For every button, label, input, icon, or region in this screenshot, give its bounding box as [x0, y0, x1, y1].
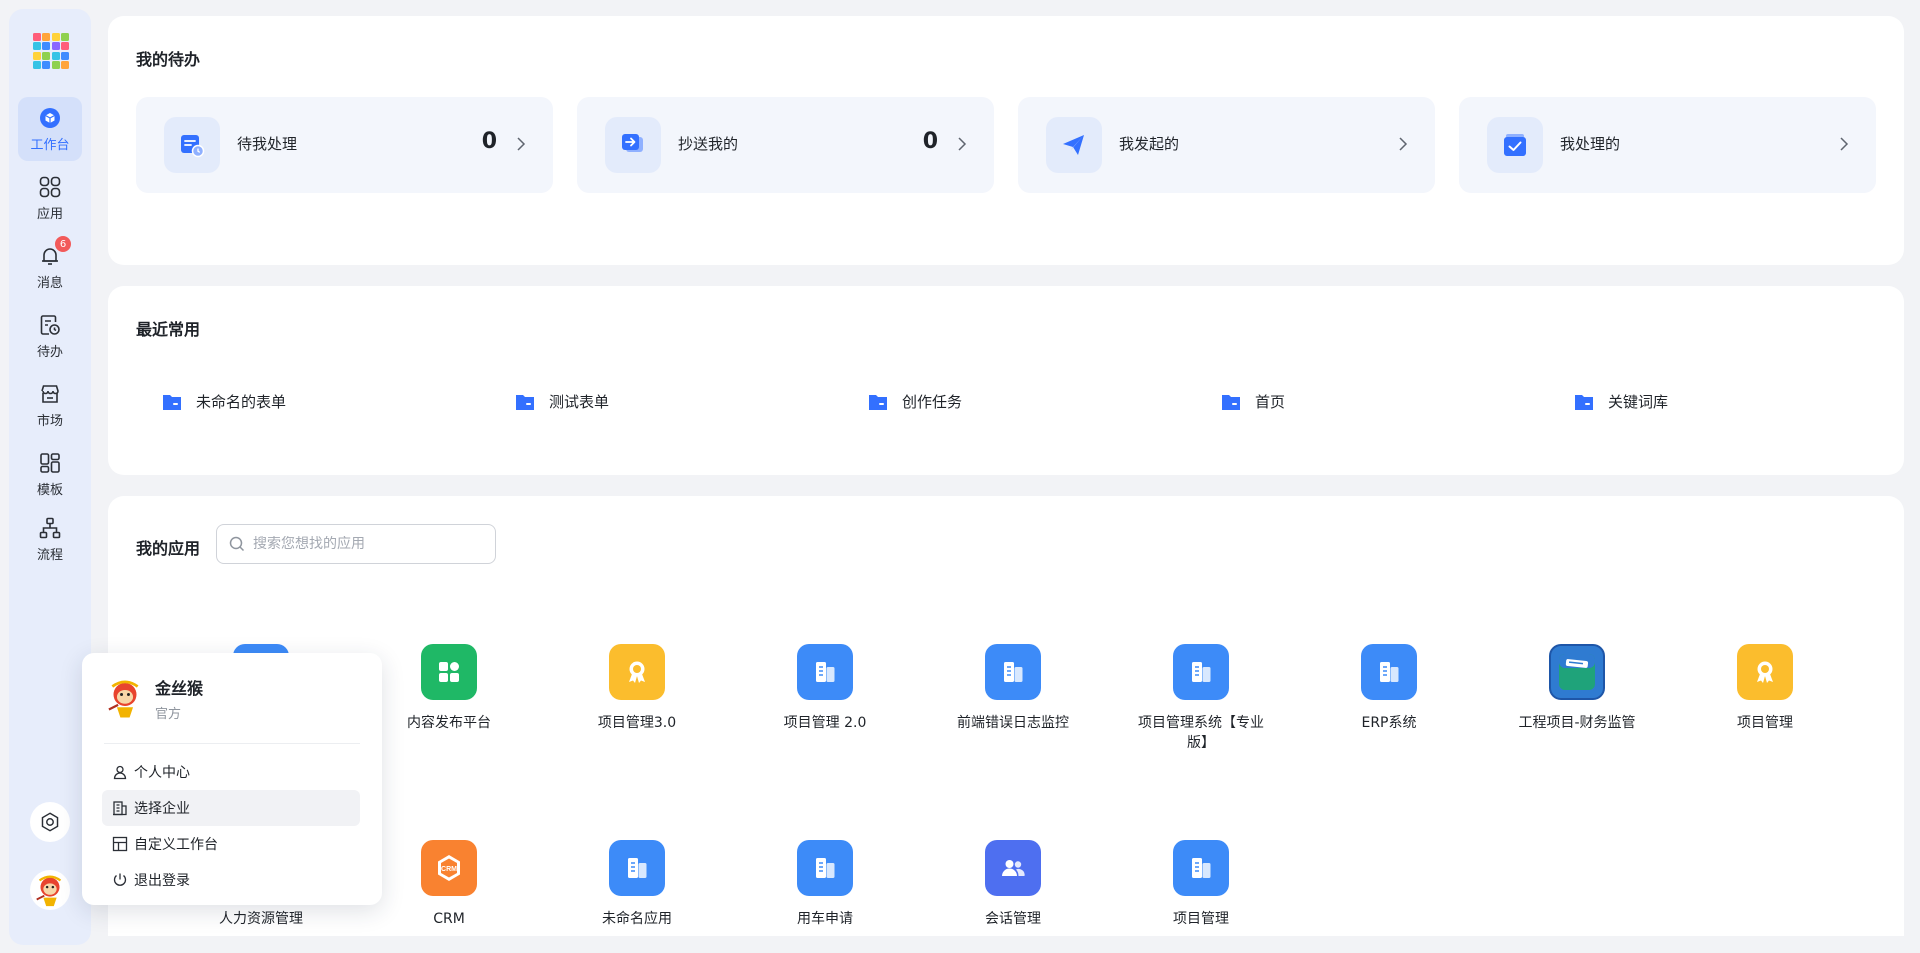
- todo-tile-pending[interactable]: 待我处理 0: [136, 97, 553, 193]
- cc-count: 0: [922, 129, 938, 154]
- template-icon: [37, 450, 63, 476]
- app-item[interactable]: ERP系统: [1314, 644, 1464, 733]
- app-item[interactable]: 前端错误日志监控: [938, 644, 1088, 733]
- form-file-icon: [1575, 394, 1593, 410]
- workbench-icon: [37, 105, 63, 131]
- check-box-icon: [1487, 117, 1543, 173]
- app-item[interactable]: 项目管理系统【专业版】: [1126, 644, 1276, 753]
- menu-item-select-company[interactable]: 选择企业: [102, 790, 360, 826]
- chevron-right-icon: [517, 137, 526, 151]
- form-file-icon: [516, 394, 534, 410]
- todo-tile-initiated[interactable]: 我发起的: [1018, 97, 1435, 193]
- apps-grid-icon: [37, 174, 63, 200]
- power-icon: [113, 873, 127, 886]
- app-item[interactable]: 项目管理 2.0: [750, 644, 900, 733]
- app-item[interactable]: 内容发布平台: [374, 644, 524, 733]
- app-search-input[interactable]: [253, 536, 483, 552]
- svg-text:CRM: CRM: [441, 866, 457, 873]
- pending-task-icon: [164, 117, 220, 173]
- sidebar-item-apps[interactable]: 应用: [18, 166, 82, 230]
- user-icon: [113, 765, 127, 780]
- todo-tile-processed[interactable]: 我处理的: [1459, 97, 1876, 193]
- menu-item-custom-workbench[interactable]: 自定义工作台: [102, 826, 360, 862]
- sidebar-item-todo[interactable]: 待办: [18, 304, 82, 368]
- recent-item[interactable]: 创作任务: [868, 391, 962, 412]
- app-item[interactable]: 用车申请: [750, 840, 900, 929]
- sidebar-item-market[interactable]: 市场: [18, 373, 82, 437]
- blocks-icon: [421, 644, 477, 700]
- app-item[interactable]: CRM CRM: [374, 840, 524, 929]
- building-icon: [797, 840, 853, 896]
- sidebar-item-workbench[interactable]: 工作台: [18, 97, 82, 161]
- search-icon: [229, 536, 245, 552]
- message-badge: 6: [54, 235, 72, 253]
- sidebar-item-messages[interactable]: 6 消息: [18, 235, 82, 299]
- app-logo-icon[interactable]: [33, 33, 69, 69]
- building-outline-icon: [113, 801, 127, 816]
- sidebar: 工作台 应用 6 消息 待办 市场 模板 流程: [9, 9, 91, 945]
- todo-card-title: 我的待办: [136, 50, 201, 69]
- form-file-icon: [869, 394, 887, 410]
- recent-item[interactable]: 关键词库: [1574, 391, 1668, 412]
- gear-icon: [41, 812, 59, 832]
- todo-tile-cc[interactable]: 抄送我的 0: [577, 97, 994, 193]
- pending-count: 0: [481, 129, 497, 154]
- building-icon: [985, 644, 1041, 700]
- user-org-label: 官方: [155, 707, 182, 722]
- image-icon: [1549, 644, 1605, 700]
- sidebar-item-flow[interactable]: 流程: [18, 507, 82, 571]
- recent-item[interactable]: 首页: [1221, 391, 1285, 412]
- award-icon: [609, 644, 665, 700]
- app-item[interactable]: 工程项目-财务监管: [1502, 644, 1652, 733]
- building-icon: [609, 840, 665, 896]
- crm-icon: CRM: [421, 840, 477, 896]
- cc-forward-icon: [605, 117, 661, 173]
- app-item[interactable]: 项目管理3.0: [562, 644, 712, 733]
- chevron-right-icon: [1399, 137, 1408, 151]
- building-icon: [1173, 644, 1229, 700]
- apps-card-title: 我的应用: [136, 539, 201, 558]
- form-file-icon: [1222, 394, 1240, 410]
- monkey-avatar-icon: [108, 680, 139, 718]
- chevron-right-icon: [958, 137, 967, 151]
- todo-clock-icon: [37, 312, 63, 338]
- building-icon: [797, 644, 853, 700]
- layout-grid-icon: [112, 836, 128, 852]
- user-name: 金丝猴: [155, 679, 204, 698]
- chevron-right-icon: [1840, 137, 1849, 151]
- app-item[interactable]: 会话管理: [938, 840, 1088, 929]
- store-icon: [37, 381, 63, 407]
- award-icon: [1737, 644, 1793, 700]
- recent-card: 最近常用 未命名的表单 测试表单 创作任务 首页 关键词库: [108, 286, 1904, 475]
- recent-item[interactable]: 未命名的表单: [162, 391, 286, 412]
- divider: [104, 743, 360, 744]
- app-item[interactable]: 未命名应用: [562, 840, 712, 929]
- user-menu-popover: 金丝猴 官方 个人中心 选择企业 自定义工作台 退出登录: [82, 653, 382, 905]
- form-file-icon: [163, 394, 181, 410]
- menu-item-logout[interactable]: 退出登录: [102, 862, 360, 898]
- app-search-box: [216, 524, 496, 564]
- paper-plane-icon: [1046, 117, 1102, 173]
- menu-item-profile[interactable]: 个人中心: [102, 754, 360, 790]
- app-item[interactable]: 项目管理: [1126, 840, 1276, 929]
- recent-card-title: 最近常用: [136, 320, 201, 339]
- monkey-avatar-icon: [36, 875, 62, 907]
- flow-icon: [37, 515, 63, 541]
- building-icon: [1173, 840, 1229, 896]
- recent-item[interactable]: 测试表单: [515, 391, 609, 412]
- user-avatar[interactable]: [30, 870, 70, 910]
- users-icon: [985, 840, 1041, 896]
- sidebar-item-templates[interactable]: 模板: [18, 442, 82, 506]
- bell-icon: 6: [37, 235, 72, 269]
- building-icon: [1361, 644, 1417, 700]
- app-item[interactable]: 项目管理: [1690, 644, 1840, 733]
- settings-button[interactable]: [30, 802, 70, 842]
- todo-card: 我的待办 待我处理 0 抄送我的 0 我发起的 我处理的: [108, 16, 1904, 265]
